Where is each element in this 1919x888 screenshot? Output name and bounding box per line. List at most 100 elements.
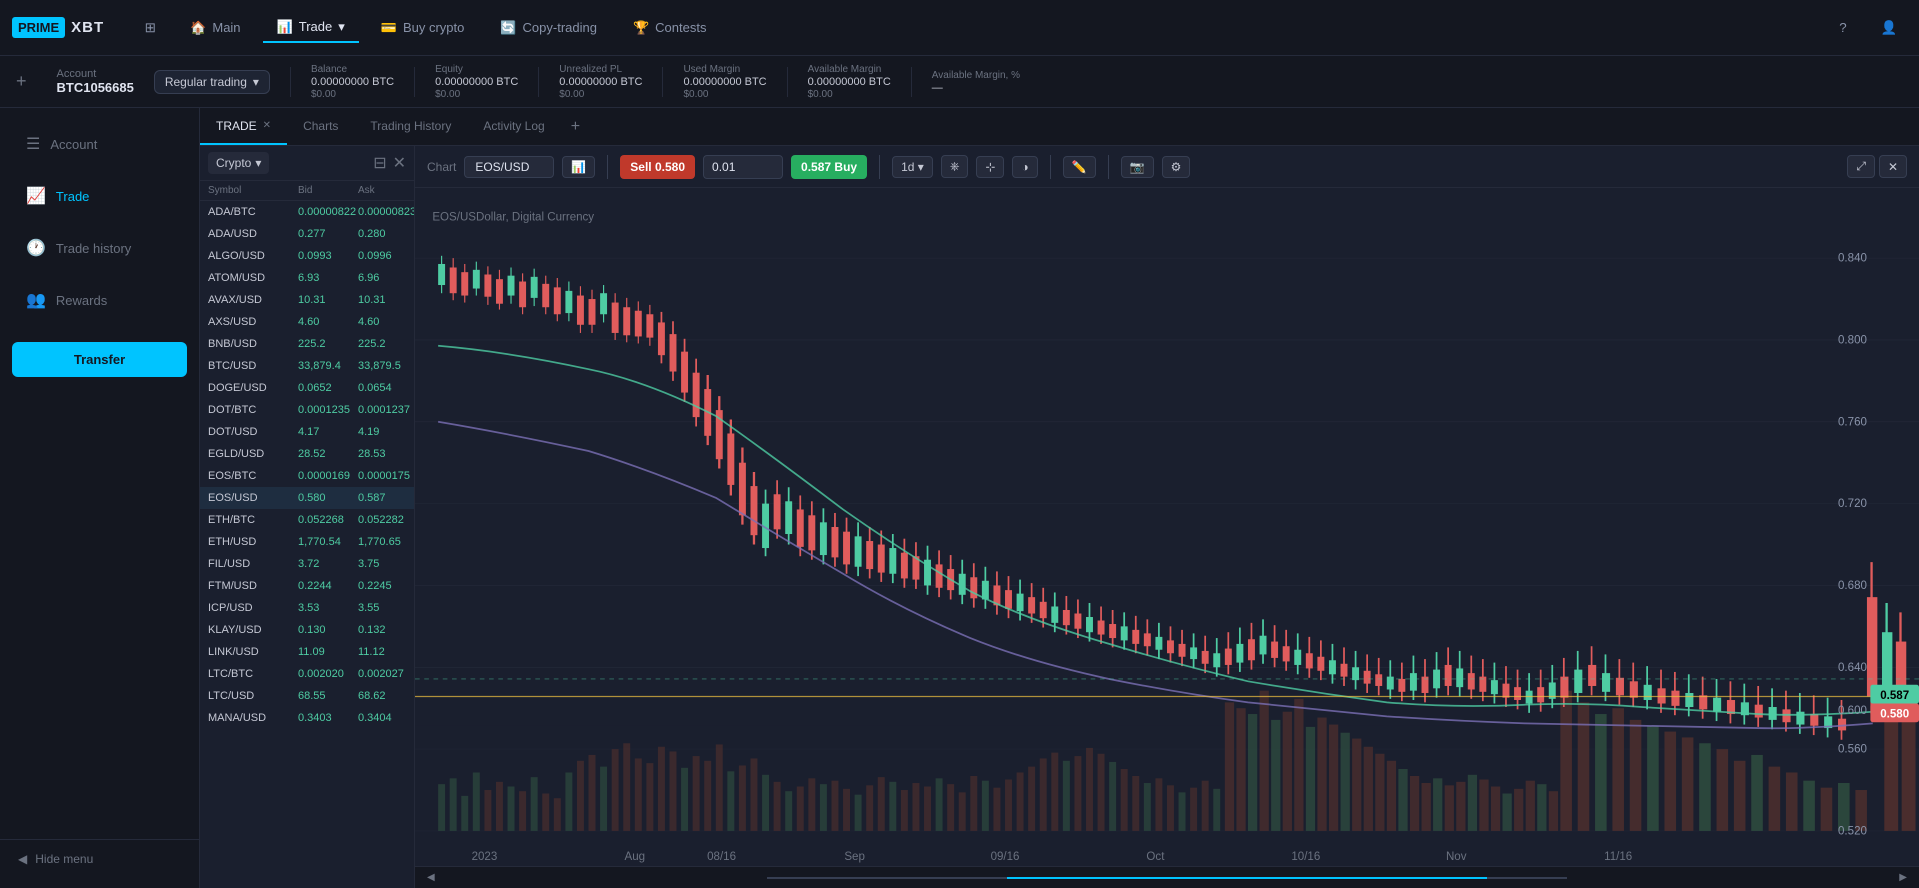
symbol-ask: 0.280 <box>358 228 414 240</box>
symbol-row[interactable]: DOT/USD 4.17 4.19 -0.48% <box>200 421 414 443</box>
crypto-filter-dropdown[interactable]: Crypto ▾ <box>208 152 269 174</box>
user-button[interactable]: 👤 <box>1871 10 1907 46</box>
grid-button[interactable]: ⊞ <box>132 10 168 46</box>
crosshair-button[interactable]: ⊹ <box>976 156 1004 178</box>
sell-button[interactable]: Sell 0.580 <box>620 155 695 179</box>
chart-type-icon[interactable]: 📊 <box>562 156 595 178</box>
tab-trading-history[interactable]: Trading History <box>354 108 467 145</box>
snapshot-button[interactable]: 📷 <box>1121 156 1154 178</box>
settings-button[interactable]: ⚙ <box>1162 156 1191 178</box>
symbol-name: AXS/USD <box>208 316 298 328</box>
symbol-name: ICP/USD <box>208 602 298 614</box>
copytrading-icon: 🔄 <box>500 20 516 36</box>
symbol-row[interactable]: LTC/BTC 0.002020 0.002027 -0.88% <box>200 663 414 685</box>
draw-button[interactable]: ✏️ <box>1063 156 1096 178</box>
nav-trade[interactable]: 📊 Trade ▾ <box>263 13 359 43</box>
nav-right: ? 👤 <box>1825 10 1907 46</box>
symbol-bid: 0.0001235 <box>298 404 358 416</box>
svg-text:09/16: 09/16 <box>991 850 1020 863</box>
symbol-row[interactable]: EOS/USD 0.580 0.587 -2.03% <box>200 487 414 509</box>
symbol-row[interactable]: ICP/USD 3.53 3.55 -1.94% <box>200 597 414 619</box>
chart-nav-left[interactable]: ◀ <box>427 872 435 883</box>
logo-text: XBT <box>71 19 104 36</box>
sidebar-item-rewards[interactable]: 👥 Rewards <box>8 276 191 324</box>
symbol-row[interactable]: ADA/USD 0.277 0.280 -0.72% <box>200 223 414 245</box>
symbol-bid: 0.00000822 <box>298 206 358 218</box>
symbol-name: FIL/USD <box>208 558 298 570</box>
symbol-row[interactable]: AXS/USD 4.60 4.60 -1.92% <box>200 311 414 333</box>
chart-nav-right[interactable]: ▶ <box>1899 872 1907 883</box>
tab-trade[interactable]: TRADE ✕ <box>200 108 287 145</box>
account-add-button[interactable]: + <box>16 71 27 92</box>
nav-buycrypto[interactable]: 💳 Buy crypto <box>367 14 479 42</box>
tab-add-button[interactable]: + <box>561 118 590 136</box>
symbol-bid: 33,879.4 <box>298 360 358 372</box>
symbol-row[interactable]: ADA/BTC 0.00000822 0.00000823 -0.12% <box>200 201 414 223</box>
sidebar-item-trade-history[interactable]: 🕐 Trade history <box>8 224 191 272</box>
symbol-row[interactable]: ETH/BTC 0.052268 0.052282 -0.65% <box>200 509 414 531</box>
svg-text:08/16: 08/16 <box>707 850 736 863</box>
symbol-name: FTM/USD <box>208 580 298 592</box>
help-button[interactable]: ? <box>1825 10 1861 46</box>
tab-trade-close[interactable]: ✕ <box>263 120 271 131</box>
symbol-row[interactable]: AVAX/USD 10.31 10.31 -0.10% <box>200 289 414 311</box>
symbol-row[interactable]: BNB/USD 225.2 225.2 -0.04% <box>200 333 414 355</box>
symbol-list-columns-icon[interactable]: ⊟ <box>373 153 386 173</box>
symbol-list-close-icon[interactable]: ✕ <box>393 153 406 173</box>
tab-charts[interactable]: Charts <box>287 108 354 145</box>
symbol-ask: 0.3404 <box>358 712 414 724</box>
symbol-row[interactable]: FIL/USD 3.72 3.75 -2.87% <box>200 553 414 575</box>
maximize-button[interactable]: ⤢ <box>1847 155 1875 178</box>
symbol-ask: 225.2 <box>358 338 414 350</box>
sidebar-item-account[interactable]: ☰ Account <box>8 120 191 168</box>
nav-contests[interactable]: 🏆 Contests <box>619 14 721 42</box>
transfer-button[interactable]: Transfer <box>12 342 187 377</box>
equity-group: Equity 0.00000000 BTC $0.00 <box>435 64 518 100</box>
symbol-ask: 3.55 <box>358 602 414 614</box>
symbol-ask: 28.53 <box>358 448 414 460</box>
symbol-row[interactable]: DOT/BTC 0.0001235 0.0001237 0.00% <box>200 399 414 421</box>
buy-price-input[interactable] <box>703 155 783 179</box>
theme-button[interactable]: ◑ <box>1012 156 1037 178</box>
timeframe-selector[interactable]: 1d ▾ <box>892 156 933 178</box>
symbol-row[interactable]: KLAY/USD 0.130 0.132 -0.76% <box>200 619 414 641</box>
symbol-row[interactable]: ALGO/USD 0.0993 0.0996 -1.39% <box>200 245 414 267</box>
svg-text:0.560: 0.560 <box>1838 743 1867 756</box>
pair-selector-input[interactable] <box>464 156 554 178</box>
symbol-row[interactable]: DOGE/USD 0.0652 0.0654 -2.10% <box>200 377 414 399</box>
symbol-bid: 6.93 <box>298 272 358 284</box>
symbol-row[interactable]: ATOM/USD 6.93 6.96 -1.00% <box>200 267 414 289</box>
symbol-name: DOT/BTC <box>208 404 298 416</box>
close-chart-button[interactable]: ✕ <box>1879 155 1907 178</box>
symbol-row[interactable]: EOS/BTC 0.0000169 0.0000175 -3.43% <box>200 465 414 487</box>
sidebar-item-trade[interactable]: 📈 Trade <box>8 172 191 220</box>
symbol-ask: 0.0996 <box>358 250 414 262</box>
svg-text:0.680: 0.680 <box>1838 579 1867 592</box>
symbol-col-headers: Symbol Bid Ask Chg% <box>200 181 414 201</box>
content-area: TRADE ✕ Charts Trading History Activity … <box>200 108 1919 888</box>
buy-button[interactable]: 0.587 Buy <box>791 155 867 179</box>
tab-activity-log[interactable]: Activity Log <box>467 108 560 145</box>
symbol-name: ADA/BTC <box>208 206 298 218</box>
trading-mode-select[interactable]: Regular trading ▾ <box>154 70 270 94</box>
indicators-button[interactable]: ⎈ <box>941 155 969 178</box>
symbol-row[interactable]: LINK/USD 11.09 11.12 +6.94% <box>200 641 414 663</box>
symbol-row[interactable]: FTM/USD 0.2244 0.2245 -0.09% <box>200 575 414 597</box>
symbol-list: Crypto ▾ ⊟ ✕ Symbol Bid Ask Chg% ADA/BTC… <box>200 146 415 888</box>
svg-text:0.840: 0.840 <box>1838 252 1867 265</box>
symbol-row[interactable]: ETH/USD 1,770.54 1,770.65 -0.77% <box>200 531 414 553</box>
unrealized-group: Unrealized PL 0.00000000 BTC $0.00 <box>559 64 642 100</box>
symbol-bid: 11.09 <box>298 646 358 658</box>
symbol-row[interactable]: BTC/USD 33,879.4 33,879.5 -0.11% <box>200 355 414 377</box>
svg-text:0.720: 0.720 <box>1838 497 1867 510</box>
chart-toolbar: Chart 📊 Sell 0.580 0.587 Buy 1 <box>415 146 1919 188</box>
nav-main[interactable]: 🏠 Main <box>176 14 254 42</box>
symbol-ask: 1,770.65 <box>358 536 414 548</box>
nav-copytrading[interactable]: 🔄 Copy-trading <box>486 14 611 42</box>
symbol-row[interactable]: MANA/USD 0.3403 0.3404 -2.91% <box>200 707 414 729</box>
svg-text:Oct: Oct <box>1146 850 1165 863</box>
symbol-row[interactable]: LTC/USD 68.55 68.62 -0.81% <box>200 685 414 707</box>
hide-menu-button[interactable]: ◀ Hide menu <box>0 839 199 878</box>
symbol-row[interactable]: EGLD/USD 28.52 28.53 -1.08% <box>200 443 414 465</box>
svg-text:0.760: 0.760 <box>1838 415 1867 428</box>
